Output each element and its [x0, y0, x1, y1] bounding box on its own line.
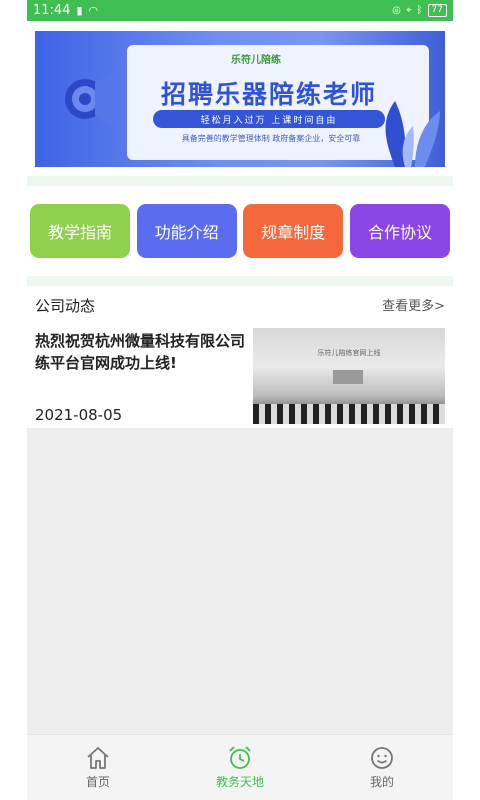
bluetooth-icon: ᛒ: [416, 5, 423, 16]
megaphone-icon: [65, 69, 117, 129]
banner-pill: 轻松月入过万 上课时间自由: [153, 110, 385, 128]
banner-section: 乐符儿陪练 招聘乐器陪练老师 轻松月入过万 上课时间自由 具备完善的教学管理体制…: [27, 21, 453, 176]
features-button[interactable]: 功能介绍: [136, 204, 237, 258]
app-screen: 乐符儿陪练 招聘乐器陪练老师 轻松月入过万 上课时间自由 具备完善的教学管理体制…: [27, 21, 453, 800]
location-icon: ⌖: [405, 5, 412, 16]
tab-label: 首页: [85, 775, 110, 789]
status-bar: 11:44 ▮ ◠ ◎ ⌖ ᛒ 77: [27, 0, 453, 21]
view-more-link[interactable]: 查看更多>: [382, 295, 445, 314]
news-date: 2021-08-05: [35, 406, 123, 424]
news-title: 热烈祝贺杭州微量科技有限公司练平台官网成功上线!: [35, 332, 246, 372]
divider: [27, 276, 453, 286]
tab-mine[interactable]: 我的: [311, 735, 453, 800]
nfc-icon: ◎: [392, 5, 401, 16]
tab-academic[interactable]: 教务天地: [169, 735, 311, 800]
bottom-tab-bar: 首页 教务天地 我的: [27, 734, 453, 800]
battery-icon: 77: [427, 4, 447, 17]
thumbnail-caption: 乐符儿陪练官网上线: [317, 349, 381, 357]
signal-icon: ▮: [76, 4, 83, 17]
tab-home[interactable]: 首页: [27, 735, 169, 800]
wifi-icon: ◠: [88, 4, 99, 17]
teaching-guide-button[interactable]: 教学指南: [30, 204, 130, 258]
banner-title: 招聘乐器陪练老师: [160, 80, 377, 109]
qr-code-icon: [333, 370, 363, 384]
banner-logo: 乐符儿陪练: [231, 55, 281, 66]
piano-keys-image: [253, 404, 445, 424]
home-icon: [87, 747, 109, 769]
smiley-face-icon: [371, 747, 393, 769]
news-item[interactable]: 热烈祝贺杭州微量科技有限公司练平台官网成功上线! 2021-08-05 乐符儿陪…: [27, 328, 453, 426]
alarm-clock-icon: [229, 746, 251, 769]
banner-subtitle: 具备完善的教学管理体制 政府备案企业，安全可靠: [181, 134, 361, 143]
quick-menu: 教学指南 功能介绍 规章制度 合作协议: [27, 186, 453, 276]
tab-label: 教务天地: [215, 775, 264, 789]
regulations-button[interactable]: 规章制度: [243, 204, 344, 258]
divider: [27, 176, 453, 186]
section-title: 公司动态: [35, 297, 96, 315]
company-news-section: 公司动态 查看更多> 热烈祝贺杭州微量科技有限公司练平台官网成功上线! 2021…: [27, 286, 453, 428]
clock: 11:44: [33, 3, 71, 18]
recruit-banner[interactable]: 乐符儿陪练 招聘乐器陪练老师 轻松月入过万 上课时间自由 具备完善的教学管理体制…: [35, 31, 445, 167]
tab-label: 我的: [369, 775, 394, 789]
agreement-button[interactable]: 合作协议: [349, 204, 450, 258]
news-thumbnail: 乐符儿陪练官网上线: [253, 328, 445, 424]
